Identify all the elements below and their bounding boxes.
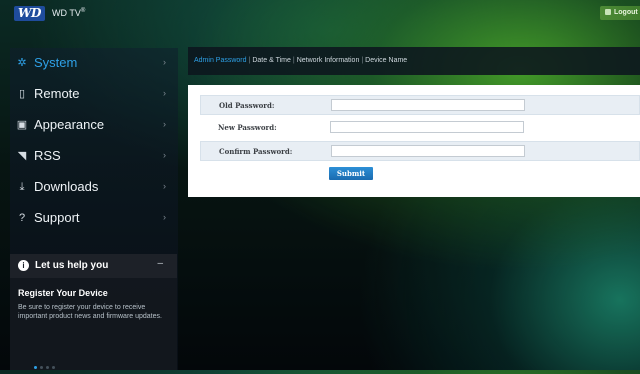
- rss-icon: ◥: [17, 150, 27, 162]
- carousel-dot[interactable]: [40, 366, 43, 369]
- tab-admin-password[interactable]: Admin Password: [194, 57, 247, 64]
- remote-icon: ▯: [18, 88, 26, 100]
- submit-button[interactable]: Submit: [329, 167, 373, 180]
- chevron-right-icon: ›: [163, 88, 166, 98]
- top-bar: WD WD TV® Logout: [0, 0, 640, 28]
- brand-name-text: WD TV: [52, 8, 81, 18]
- new-password-label: New Password:: [218, 123, 277, 132]
- sidebar-item-label: Support: [34, 210, 80, 225]
- sidebar-item-label: Remote: [34, 86, 80, 101]
- logout-icon: [605, 9, 611, 16]
- tab-bar: Admin Password | Date & Time | Network Infor…: [188, 47, 640, 75]
- tab-device-name[interactable]: Device Name: [365, 57, 407, 64]
- sidebar-item-label: Downloads: [34, 179, 99, 194]
- tab-date-time[interactable]: Date & Time: [252, 57, 291, 64]
- sidebar-item-rss[interactable]: ◥ RSS ›: [10, 141, 178, 171]
- carousel-dot[interactable]: [46, 366, 49, 369]
- help-panel-header: i Let us help you –: [10, 254, 177, 278]
- image-icon: ▣: [16, 119, 28, 131]
- old-password-label: Old Password:: [219, 101, 275, 110]
- old-password-field[interactable]: [331, 99, 525, 111]
- chevron-right-icon: ›: [163, 212, 166, 222]
- tab-separator: |: [292, 57, 295, 64]
- admin-password-form: Old Password: New Password: Confirm Pass…: [188, 85, 640, 197]
- chevron-right-icon: ›: [163, 57, 166, 67]
- new-password-field[interactable]: [330, 121, 524, 133]
- sidebar-item-system[interactable]: ✲ System ›: [10, 48, 178, 78]
- sidebar-item-label: Appearance: [34, 117, 105, 132]
- info-icon: i: [18, 260, 29, 271]
- gear-icon: ✲: [17, 57, 27, 69]
- sidebar-item-appearance[interactable]: ▣ Appearance ›: [10, 110, 178, 140]
- logout-button[interactable]: Logout: [600, 6, 640, 20]
- carousel-dot[interactable]: [52, 366, 55, 369]
- register-device-text: Be sure to register your device to recei…: [18, 304, 162, 320]
- register-device-title[interactable]: Register Your Device: [18, 288, 108, 298]
- tab-network-information[interactable]: Network Information: [297, 57, 360, 64]
- carousel-dot[interactable]: [34, 366, 37, 369]
- help-panel-title: Let us help you: [35, 260, 109, 271]
- sidebar-item-downloads[interactable]: ⤓ Downloads ›: [10, 172, 178, 202]
- confirm-password-row: Confirm Password:: [200, 141, 640, 161]
- registered-mark: ®: [80, 8, 86, 14]
- tab-separator: |: [248, 57, 251, 64]
- confirm-password-field[interactable]: [331, 145, 525, 157]
- download-icon: ⤓: [19, 181, 25, 193]
- chevron-right-icon: ›: [163, 181, 166, 191]
- confirm-password-label: Confirm Password:: [219, 147, 293, 156]
- old-password-row: Old Password:: [200, 95, 640, 115]
- sidebar-item-support[interactable]: ? Support ›: [10, 203, 178, 233]
- sidebar-item-label: RSS: [34, 148, 61, 163]
- new-password-row: New Password:: [200, 118, 640, 138]
- collapse-button[interactable]: –: [157, 258, 163, 269]
- chevron-right-icon: ›: [163, 119, 166, 129]
- sidebar-item-remote[interactable]: ▯ Remote ›: [10, 79, 178, 109]
- logout-label: Logout: [614, 9, 638, 16]
- sidebar-item-label: System: [34, 55, 78, 70]
- chevron-right-icon: ›: [163, 150, 166, 160]
- tab-separator: |: [361, 57, 364, 64]
- brand-name: WD TV®: [52, 8, 85, 18]
- carousel-dots[interactable]: [34, 356, 58, 374]
- question-icon: ?: [18, 212, 26, 224]
- help-panel: i Let us help you – Register Your Device…: [10, 254, 177, 370]
- wd-logo: WD: [14, 6, 45, 21]
